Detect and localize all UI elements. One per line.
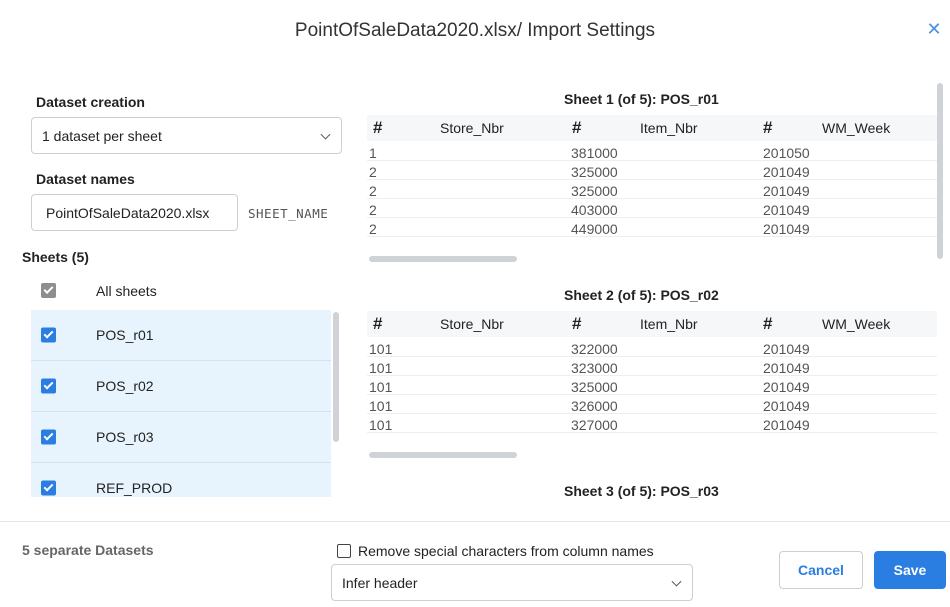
number-type-icon: #: [763, 314, 773, 333]
sheet-item-ref-prod[interactable]: REF_PROD: [31, 463, 331, 497]
table-cell: 403000: [571, 202, 618, 218]
table-cell: 327000: [571, 417, 618, 433]
sheets-count-label: Sheets (5): [22, 249, 89, 265]
header-option-select[interactable]: Infer header: [331, 564, 693, 601]
check-icon: [43, 481, 54, 492]
table-cell: 2: [369, 221, 377, 237]
check-icon: [43, 379, 54, 390]
chevron-down-icon: [320, 129, 331, 140]
all-sheets-label: All sheets: [96, 283, 157, 299]
table-cell: 201049: [763, 398, 810, 414]
check-icon: [43, 284, 54, 295]
column-header: Item_Nbr: [640, 316, 698, 332]
sheet-name-token: SHEET_NAME: [248, 206, 329, 221]
remove-special-chars-label: Remove special characters from column na…: [358, 543, 654, 559]
preview-title-sheet-1: Sheet 1 (of 5): POS_r01: [564, 91, 719, 107]
table-cell: 326000: [571, 398, 618, 414]
table-cell: 101: [369, 398, 393, 414]
dataset-creation-label: Dataset creation: [36, 94, 145, 110]
dataset-creation-select[interactable]: 1 dataset per sheet: [31, 117, 342, 154]
table-cell: 381000: [571, 145, 618, 161]
header-option-value: Infer header: [342, 574, 418, 591]
remove-special-chars-checkbox[interactable]: [337, 544, 351, 558]
check-icon: [43, 328, 54, 339]
table-cell: 2: [369, 164, 377, 180]
table-cell: 449000: [571, 221, 618, 237]
number-type-icon: #: [572, 314, 582, 333]
preview-grid-sheet-1: # Store_Nbr # Item_Nbr # WM_Week 1 38100…: [367, 115, 937, 260]
table-cell: 101: [369, 417, 393, 433]
table-cell: 325000: [571, 183, 618, 199]
number-type-icon: #: [572, 118, 582, 137]
table-cell: 325000: [571, 379, 618, 395]
table-cell: 201050: [763, 145, 810, 161]
save-button[interactable]: Save: [874, 551, 946, 589]
sheet-checkbox[interactable]: [41, 480, 56, 496]
datasets-count-status: 5 separate Datasets: [22, 542, 154, 558]
column-header: WM_Week: [822, 316, 891, 332]
number-type-icon: #: [763, 118, 773, 137]
dataset-name-input[interactable]: PointOfSaleData2020.xlsx: [31, 194, 238, 231]
footer-divider: [0, 521, 950, 522]
table-cell: 325000: [571, 164, 618, 180]
dialog-title: PointOfSaleData2020.xlsx/ Import Setting…: [294, 20, 656, 41]
preview-grid-sheet-2: # Store_Nbr # Item_Nbr # WM_Week 101 322…: [367, 311, 937, 456]
chevron-down-icon: [671, 576, 682, 587]
sheet-checkbox[interactable]: [41, 429, 56, 445]
table-cell: 201049: [763, 183, 810, 199]
column-header: Store_Nbr: [440, 316, 504, 332]
table-cell: 201049: [763, 360, 810, 376]
sheet-checkbox[interactable]: [41, 378, 56, 394]
column-header: Store_Nbr: [440, 120, 504, 136]
grid-hscrollbar[interactable]: [369, 256, 517, 262]
cancel-button[interactable]: Cancel: [779, 551, 863, 589]
table-cell: 322000: [571, 341, 618, 357]
table-cell: 101: [369, 341, 393, 357]
table-cell: 201049: [763, 202, 810, 218]
check-icon: [43, 430, 54, 441]
table-cell: 101: [369, 379, 393, 395]
table-cell: 201049: [763, 221, 810, 237]
table-cell: 201049: [763, 379, 810, 395]
table-cell: 2: [369, 202, 377, 218]
number-type-icon: #: [373, 118, 383, 137]
all-sheets-checkbox[interactable]: [41, 283, 56, 298]
sheet-item-label: POS_r01: [96, 327, 154, 343]
table-cell: 2: [369, 183, 377, 199]
sheet-item-label: POS_r02: [96, 378, 154, 394]
sheet-checkbox[interactable]: [41, 327, 56, 343]
preview-title-sheet-2: Sheet 2 (of 5): POS_r02: [564, 287, 719, 303]
column-header: Item_Nbr: [640, 120, 698, 136]
grid-hscrollbar[interactable]: [369, 452, 517, 458]
dataset-creation-value: 1 dataset per sheet: [42, 127, 162, 144]
sheets-list: POS_r01 POS_r02 POS_r03 REF_PROD: [31, 310, 331, 497]
column-header: WM_Week: [822, 120, 891, 136]
sheet-item-label: POS_r03: [96, 429, 154, 445]
preview-scrollbar[interactable]: [937, 83, 943, 259]
dataset-name-value: PointOfSaleData2020.xlsx: [46, 204, 210, 221]
table-cell: 201049: [763, 417, 810, 433]
table-cell: 1: [369, 145, 377, 161]
table-cell: 201049: [763, 341, 810, 357]
sheet-item-pos-r01[interactable]: POS_r01: [31, 310, 331, 361]
sheet-item-label: REF_PROD: [96, 480, 173, 496]
sheet-item-pos-r02[interactable]: POS_r02: [31, 361, 331, 412]
table-cell: 323000: [571, 360, 618, 376]
sheets-scrollbar[interactable]: [333, 312, 339, 442]
number-type-icon: #: [373, 314, 383, 333]
table-cell: 201049: [763, 164, 810, 180]
table-cell: 101: [369, 360, 393, 376]
close-icon[interactable]: ✕: [925, 20, 943, 38]
sheet-item-pos-r03[interactable]: POS_r03: [31, 412, 331, 463]
dataset-names-label: Dataset names: [36, 171, 135, 187]
preview-title-sheet-3: Sheet 3 (of 5): POS_r03: [564, 483, 719, 499]
